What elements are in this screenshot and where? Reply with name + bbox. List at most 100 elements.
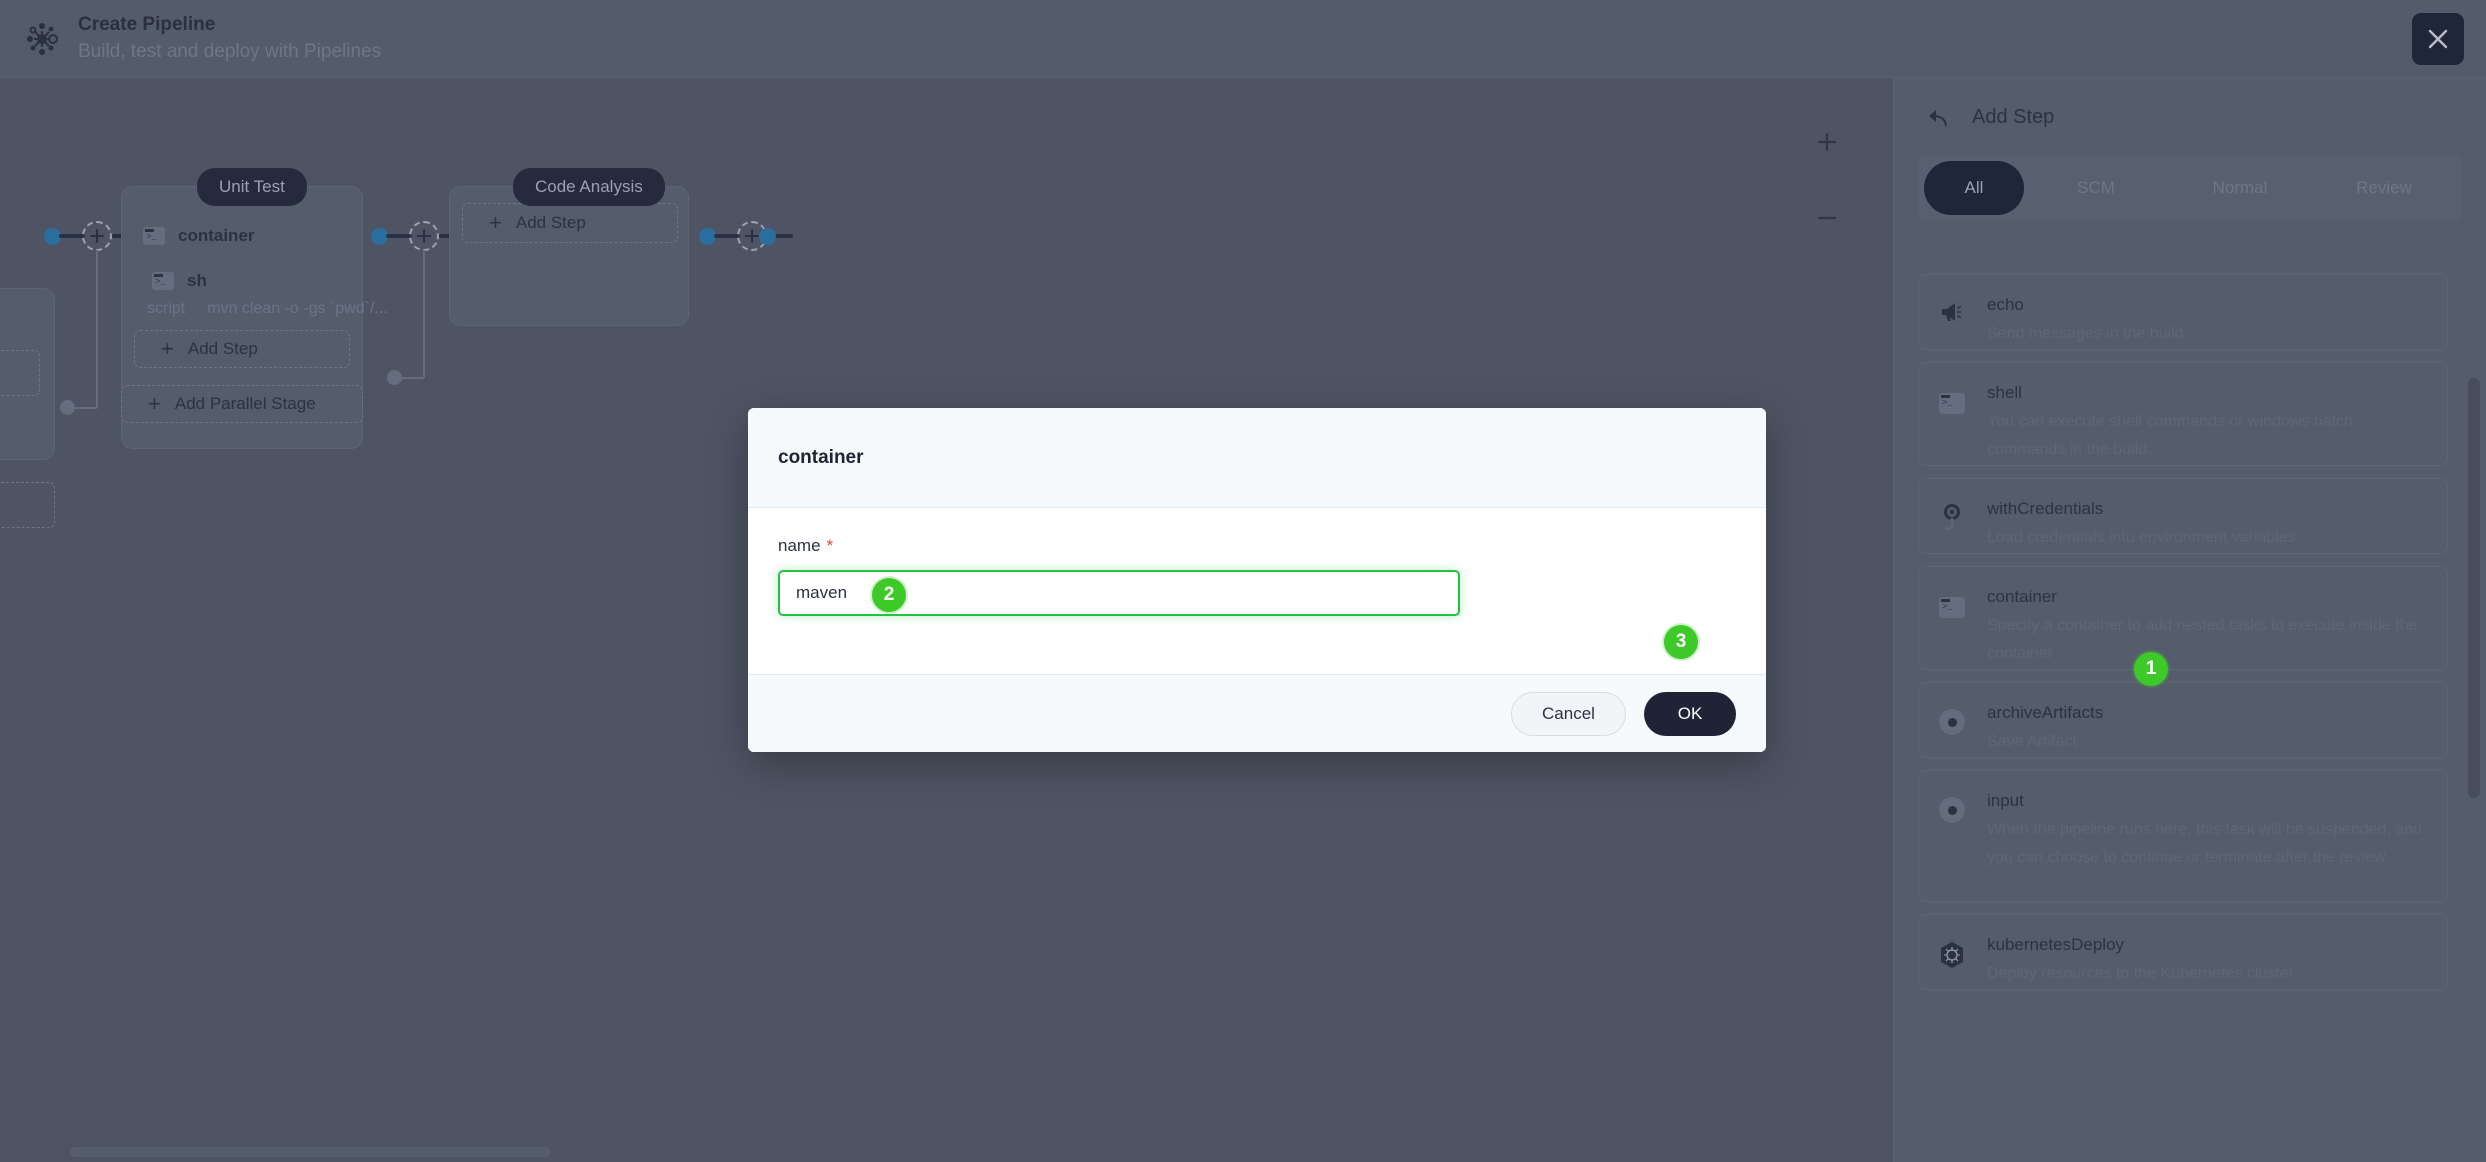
- ok-button[interactable]: OK: [1644, 691, 1736, 736]
- step-category-tabs: All SCM Normal Review: [1918, 155, 2462, 221]
- create-pipeline-screen: Create Pipeline Build, test and deploy w…: [0, 0, 2486, 1162]
- panel-vertical-scrollbar[interactable]: [2468, 378, 2480, 798]
- step-item-name: shell: [1987, 383, 2022, 402]
- name-field-label: name *: [778, 536, 1736, 556]
- kubernetes-icon: [1937, 935, 1967, 969]
- record-icon: [1937, 703, 1967, 735]
- pipeline-logo-icon: [20, 17, 64, 61]
- tab-normal[interactable]: Normal: [2168, 161, 2312, 215]
- step-item-desc: Save Artifact: [1987, 733, 2077, 750]
- terminal-icon: [152, 272, 174, 290]
- stage-label-unit-test: Unit Test: [197, 168, 307, 206]
- add-parallel-stage-label: Add Parallel Stage: [174, 394, 316, 413]
- add-step-label: Add Step: [187, 339, 258, 358]
- add-step-label: Add Step: [515, 213, 586, 232]
- step-item-desc: Specify a container to add nested tasks …: [1987, 617, 2418, 662]
- annotation-badge-2: 2: [872, 578, 906, 612]
- add-parallel-stage-partial[interactable]: [0, 482, 55, 528]
- canvas-step-container[interactable]: container: [143, 226, 255, 246]
- step-list-item-input[interactable]: input When the pipeline runs here, this …: [1918, 770, 2448, 902]
- add-step-button-unit-test[interactable]: + Add Step: [134, 330, 350, 368]
- step-item-name: container: [1987, 587, 2057, 606]
- stage-label-code-analysis: Code Analysis: [513, 168, 665, 206]
- script-key: script: [147, 300, 186, 317]
- minus-icon: [1817, 216, 1837, 220]
- plus-icon: [417, 229, 431, 243]
- record-icon: [1937, 791, 1967, 823]
- connector-branch-line: [96, 250, 98, 408]
- connector-branch-dot: [387, 370, 402, 385]
- step-item-name: input: [1987, 791, 2024, 810]
- annotation-badge-1: 1: [2134, 652, 2168, 686]
- canvas-step-sh[interactable]: sh: [152, 271, 207, 291]
- close-button[interactable]: [2412, 13, 2464, 65]
- page-title: Create Pipeline: [78, 13, 216, 35]
- dialog-title: container: [778, 446, 864, 468]
- zoom-out-button[interactable]: [1807, 198, 1847, 238]
- plus-icon: +: [489, 210, 502, 235]
- panel-header: Add Step: [1894, 78, 2486, 129]
- step-list-item-echo[interactable]: echo Send messages in the build: [1918, 274, 2448, 350]
- dialog-footer: Cancel OK: [748, 674, 1766, 752]
- step-item-body: container Specify a container to add nes…: [1987, 587, 2425, 668]
- connector-dot: [759, 228, 776, 245]
- plus-icon: [90, 229, 104, 243]
- connector-branch-line: [423, 250, 425, 378]
- step-list-item-kubernetesdeploy[interactable]: kubernetesDeploy Deploy resources to the…: [1918, 914, 2448, 990]
- step-item-name: echo: [1987, 295, 2024, 314]
- connector-branch-dot: [60, 400, 75, 415]
- step-item-name: kubernetesDeploy: [1987, 935, 2125, 954]
- canvas-step-script: script mvn clean -o -gs `pwd`/...: [147, 300, 388, 318]
- connector-branch-line: [399, 377, 424, 379]
- step-item-body: input When the pipeline runs here, this …: [1987, 791, 2425, 872]
- insert-step-node[interactable]: [82, 221, 112, 251]
- step-list-item-container[interactable]: container Specify a container to add nes…: [1918, 566, 2448, 670]
- step-list-item-archiveartifacts[interactable]: archiveArtifacts Save Artifact: [1918, 682, 2448, 758]
- panel-title: Add Step: [1972, 106, 2055, 128]
- container-config-dialog: container name * Cancel OK: [748, 408, 1766, 752]
- plus-icon: [745, 229, 759, 243]
- tab-scm[interactable]: SCM: [2024, 161, 2168, 215]
- canvas-step-name: sh: [187, 271, 207, 290]
- plus-icon: +: [161, 336, 174, 361]
- step-item-body: kubernetesDeploy Deploy resources to the…: [1987, 935, 2425, 988]
- cancel-button[interactable]: Cancel: [1511, 691, 1626, 736]
- back-arrow-icon[interactable]: [1926, 107, 1950, 129]
- step-item-name: archiveArtifacts: [1987, 703, 2104, 722]
- step-item-body: echo Send messages in the build: [1987, 295, 2425, 348]
- megaphone-icon: [1937, 295, 1967, 323]
- step-item-desc: You can execute shell commands or window…: [1987, 413, 2353, 458]
- add-step-partial[interactable]: [0, 350, 40, 396]
- terminal-icon: [1937, 383, 1967, 414]
- add-step-panel: Add Step All SCM Normal Review echo Send…: [1893, 78, 2486, 1162]
- key-icon: [1937, 499, 1967, 531]
- annotation-badge-3: 3: [1664, 625, 1698, 659]
- connector-branch-line: [72, 407, 97, 409]
- canvas-horizontal-scrollbar[interactable]: [70, 1147, 550, 1157]
- terminal-icon: [143, 227, 165, 245]
- step-list-item-withcredentials[interactable]: withCredentials Load credentials into en…: [1918, 478, 2448, 554]
- plus-icon: [1817, 132, 1837, 152]
- terminal-icon: [1937, 587, 1967, 618]
- step-item-name: withCredentials: [1987, 499, 2104, 518]
- add-step-button-code-analysis[interactable]: + Add Step: [462, 203, 678, 243]
- step-item-desc: Load credentials into environment variab…: [1987, 529, 2296, 546]
- step-item-body: shell You can execute shell commands or …: [1987, 383, 2425, 464]
- insert-step-node[interactable]: [409, 221, 439, 251]
- header-text-block: Create Pipeline Build, test and deploy w…: [78, 12, 381, 66]
- tab-review[interactable]: Review: [2312, 161, 2456, 215]
- canvas-step-name: container: [178, 226, 255, 245]
- step-item-desc: Send messages in the build: [1987, 325, 2184, 342]
- tab-all[interactable]: All: [1924, 161, 2024, 215]
- name-label-text: name: [778, 536, 821, 555]
- step-item-body: withCredentials Load credentials into en…: [1987, 499, 2425, 552]
- close-icon: [2428, 29, 2448, 49]
- required-marker: *: [826, 536, 834, 555]
- step-item-desc: Deploy resources to the Kubernetes clust…: [1987, 965, 2294, 982]
- step-list-item-shell[interactable]: shell You can execute shell commands or …: [1918, 362, 2448, 466]
- step-list[interactable]: echo Send messages in the build shell Yo…: [1918, 274, 2448, 1162]
- add-parallel-stage-button[interactable]: + Add Parallel Stage: [121, 385, 363, 423]
- zoom-in-button[interactable]: [1807, 122, 1847, 162]
- step-item-desc: When the pipeline runs here, this task w…: [1987, 821, 2422, 866]
- script-value: mvn clean -o -gs `pwd`/...: [207, 300, 388, 317]
